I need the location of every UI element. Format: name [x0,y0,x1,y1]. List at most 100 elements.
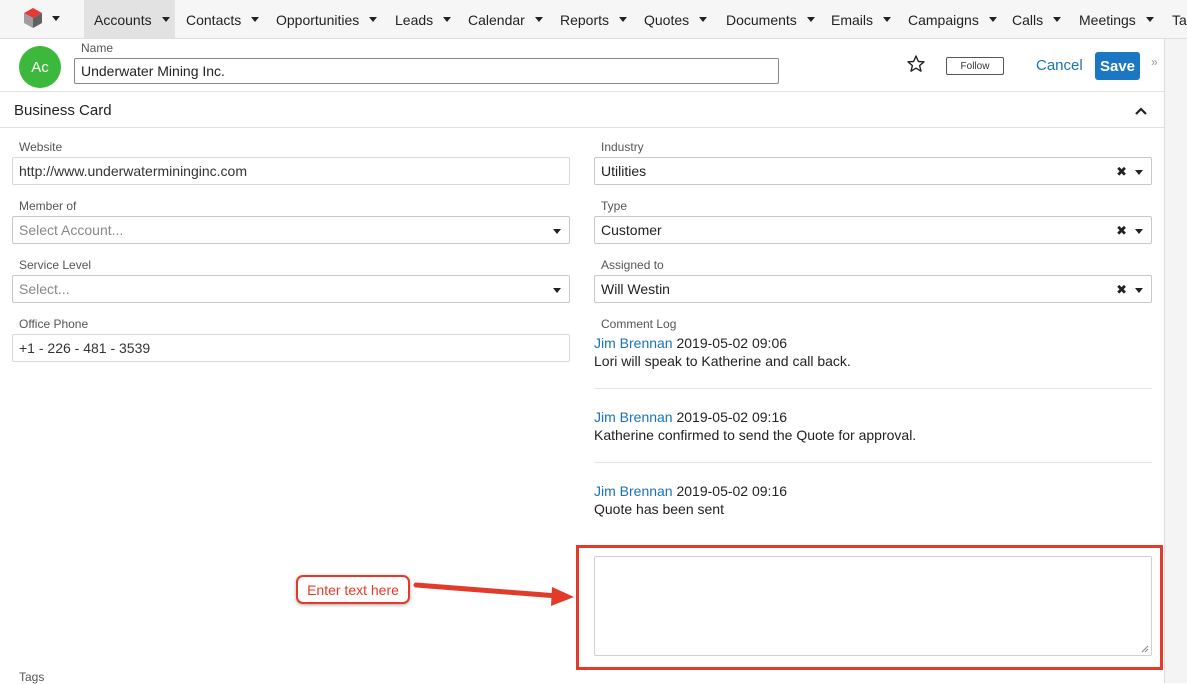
chevron-down-icon [52,16,60,21]
save-button[interactable]: Save [1095,52,1140,80]
nav-tab-calls[interactable]: Calls [1012,0,1062,38]
nav-tab-label: Documents [726,11,797,28]
type-label: Type [601,199,628,213]
nav-tab-tasks[interactable]: Tas [1172,0,1187,38]
chevron-down-icon [1135,170,1143,175]
chevron-down-icon[interactable] [534,17,543,22]
chevron-down-icon[interactable] [1053,17,1062,22]
nav-tab-documents[interactable]: Documents [726,0,815,38]
annotation-highlight-box [576,545,1163,670]
nav-tab-emails[interactable]: Emails [831,0,892,38]
star-icon[interactable] [906,54,926,74]
nav-tab-calendar[interactable]: Calendar [468,0,543,38]
name-label: Name [81,41,114,55]
chevron-down-icon[interactable] [699,17,708,22]
type-select[interactable]: Customer ✖ [594,216,1152,244]
chevron-down-icon [1135,288,1143,293]
comment-text: Katherine confirmed to send the Quote fo… [594,427,917,443]
comment-entry: Jim Brennan 2019-05-02 09:16 Katherine c… [594,408,1152,444]
comment-timestamp: 2019-05-02 09:16 [676,483,788,499]
comment-timestamp: 2019-05-02 09:16 [676,409,788,425]
type-value: Customer [601,222,662,238]
industry-value: Utilities [601,163,647,179]
website-label: Website [19,140,63,154]
cube-logo-icon [24,8,42,28]
annotation-arrow-icon [413,582,574,606]
chevron-up-icon[interactable] [1133,104,1149,118]
member-of-select[interactable]: Select Account... [12,216,570,244]
nav-tab-label: Leads [395,11,434,28]
office-phone-field[interactable]: +1 - 226 - 481 - 3539 [12,334,570,362]
office-phone-value: +1 - 226 - 481 - 3539 [19,340,151,356]
chevron-down-icon[interactable] [251,17,260,22]
comment-text: Lori will speak to Katherine and call ba… [594,353,851,369]
office-phone-label: Office Phone [19,317,89,331]
nav-tab-meetings[interactable]: Meetings [1079,0,1154,38]
chevron-down-icon [553,229,561,234]
comment-author-link[interactable]: Jim Brennan [594,483,673,499]
chevron-down-icon[interactable] [988,17,997,22]
nav-tab-reports[interactable]: Reports [560,0,628,38]
chevron-down-icon[interactable] [443,17,452,22]
nav-tab-label: Emails [831,11,874,28]
industry-label: Industry [601,140,644,154]
chevron-down-icon [553,288,561,293]
comment-author-link[interactable]: Jim Brennan [594,409,673,425]
comment-text: Quote has been sent [594,501,724,517]
comment-entry: Jim Brennan 2019-05-02 09:06 Lori will s… [594,334,1152,370]
divider [0,127,1164,128]
nav-tab-label: Opportunities [276,11,360,28]
nav-tab-label: Quotes [644,11,690,28]
clear-icon[interactable]: ✖ [1116,282,1127,298]
chevron-down-icon[interactable] [1145,17,1154,22]
assigned-to-select[interactable]: Will Westin ✖ [594,275,1152,303]
chevron-down-icon[interactable] [619,17,628,22]
nav-tab-quotes[interactable]: Quotes [644,0,708,38]
nav-tab-contacts[interactable]: Contacts [186,0,260,38]
comment-log-label: Comment Log [601,317,677,331]
app-logo-menu[interactable] [18,4,66,32]
assigned-to-value: Will Westin [601,281,670,297]
member-of-placeholder: Select Account... [19,222,124,238]
nav-tab-campaigns[interactable]: Campaigns [908,0,997,38]
top-nav: Accounts Contacts Opportunities Leads Ca… [0,0,1187,39]
service-level-label: Service Level [19,258,92,272]
chevron-down-icon[interactable] [161,17,170,22]
website-field[interactable]: http://www.underwatermininginc.com [12,157,570,185]
follow-button[interactable]: Follow [946,57,1004,75]
chevron-down-icon [1135,229,1143,234]
chevron-down-icon[interactable] [883,17,892,22]
avatar: Ac [19,46,61,88]
double-chevron-right-icon[interactable]: » [1151,55,1158,69]
nav-tab-label: Accounts [94,11,152,28]
service-level-placeholder: Select... [19,281,70,297]
right-sidebar [1164,39,1187,683]
nav-tab-label: Meetings [1079,11,1136,28]
annotation-callout: Enter text here [296,575,410,604]
clear-icon[interactable]: ✖ [1116,223,1127,239]
nav-tab-label: Tas [1172,11,1187,28]
nav-tab-accounts[interactable]: Accounts [84,0,175,38]
nav-tab-opportunities[interactable]: Opportunities [276,0,378,38]
chevron-down-icon[interactable] [806,17,815,22]
website-value: http://www.underwatermininginc.com [19,163,247,179]
assigned-to-label: Assigned to [601,258,664,272]
clear-icon[interactable]: ✖ [1116,164,1127,180]
comment-author-link[interactable]: Jim Brennan [594,335,673,351]
nav-tab-leads[interactable]: Leads [395,0,452,38]
nav-tab-label: Campaigns [908,11,979,28]
nav-tab-label: Reports [560,11,610,28]
name-input[interactable] [74,58,779,84]
member-of-label: Member of [19,199,77,213]
tags-label: Tags [19,670,45,684]
service-level-select[interactable]: Select... [12,275,570,303]
divider [594,462,1152,463]
chevron-down-icon[interactable] [369,17,378,22]
cancel-button[interactable]: Cancel [1036,57,1083,74]
industry-select[interactable]: Utilities ✖ [594,157,1152,185]
nav-tab-label: Contacts [186,11,242,28]
nav-tab-label: Calendar [468,11,525,28]
comment-entry: Jim Brennan 2019-05-02 09:16 Quote has b… [594,482,1152,518]
panel-title: Business Card [14,102,112,119]
nav-tab-label: Calls [1012,11,1044,28]
